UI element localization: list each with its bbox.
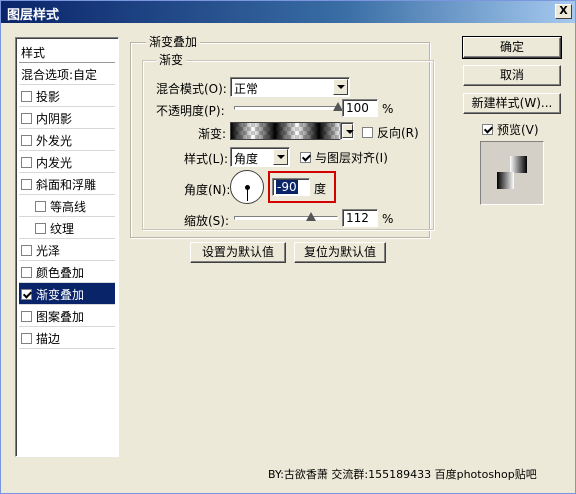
style-item-label: 光泽 <box>36 244 61 258</box>
gradient-style-value: 角度 <box>234 152 259 166</box>
style-item-label: 颜色叠加 <box>36 266 85 280</box>
reverse-checkbox[interactable]: 反向(R) <box>362 124 419 141</box>
style-list-item[interactable]: 内阴影 <box>19 107 115 129</box>
chevron-down-icon[interactable] <box>333 79 348 95</box>
title-bar[interactable]: 图层样式 X <box>1 1 575 23</box>
scale-percent-label: % <box>382 212 394 226</box>
align-with-layer-checkbox-box[interactable] <box>300 152 311 163</box>
blend-mode-label: 混合模式(O): <box>156 82 227 96</box>
angle-input[interactable]: -90 <box>272 178 310 196</box>
style-item-checkbox[interactable] <box>35 223 46 234</box>
style-item-checkbox[interactable] <box>21 267 32 278</box>
style-list-item[interactable]: 内发光 <box>19 151 115 173</box>
opacity-label: 不透明度(P): <box>156 104 225 118</box>
scale-input[interactable]: 112 <box>342 209 378 227</box>
style-item-checkbox[interactable] <box>21 135 32 146</box>
style-item-checkbox[interactable] <box>21 91 32 102</box>
style-item-checkbox[interactable] <box>21 289 32 300</box>
dialog-body: 样式 混合选项:自定 投影 内阴影 外发光 内发光 斜面和浮雕 等高线 纹理 光泽 颜色叠加 渐变… <box>4 26 572 491</box>
scale-label: 缩放(S): <box>184 214 230 228</box>
preview-checkbox[interactable]: 预览(V) <box>482 121 539 138</box>
scale-slider-thumb[interactable] <box>305 212 316 221</box>
style-item-checkbox[interactable] <box>21 333 32 344</box>
style-item-label: 等高线 <box>50 200 87 214</box>
window-title: 图层样式 <box>7 8 60 23</box>
style-item-checkbox[interactable] <box>21 245 32 256</box>
angle-value: -90 <box>276 180 298 194</box>
style-list-item[interactable]: 外发光 <box>19 129 115 151</box>
blend-mode-value: 正常 <box>234 82 259 96</box>
style-item-checkbox[interactable] <box>35 201 46 212</box>
preview-square-bottom <box>497 172 514 189</box>
style-item-label: 渐变叠加 <box>36 288 85 302</box>
opacity-percent-label: % <box>382 102 394 116</box>
style-item-checkbox[interactable] <box>21 179 32 190</box>
style-item-label: 投影 <box>36 90 61 104</box>
style-list-item[interactable]: 光泽 <box>19 239 115 261</box>
style-list-item[interactable]: 颜色叠加 <box>19 261 115 283</box>
style-item-checkbox[interactable] <box>21 113 32 124</box>
style-item-label: 描边 <box>36 332 61 346</box>
align-with-layer-label: 与图层对齐(I) <box>315 151 388 165</box>
reset-default-button[interactable]: 复位为默认值 <box>294 242 386 263</box>
ok-button[interactable]: 确定 <box>462 36 562 59</box>
style-list: 样式 混合选项:自定 投影内阴影外发光内发光斜面和浮雕等高线纹理光泽颜色叠加渐变… <box>15 37 119 457</box>
angle-center-dot <box>245 185 250 190</box>
gradient-label: 渐变: <box>198 127 227 141</box>
style-preview <box>480 141 544 205</box>
style-item-checkbox[interactable] <box>21 311 32 322</box>
style-list-item[interactable]: 描边 <box>19 327 115 349</box>
angle-label: 角度(N): <box>184 183 231 197</box>
preview-square-top <box>510 156 527 173</box>
style-list-item[interactable]: 投影 <box>19 85 115 107</box>
blending-options-item[interactable]: 混合选项:自定 <box>19 63 115 85</box>
opacity-input[interactable]: 100 <box>342 99 378 117</box>
scale-slider[interactable] <box>234 216 338 220</box>
style-item-label: 内阴影 <box>36 112 73 126</box>
close-button[interactable]: X <box>555 4 572 19</box>
angle-unit-label: 度 <box>314 182 327 196</box>
style-item-label: 斜面和浮雕 <box>36 178 97 192</box>
align-with-layer-checkbox[interactable]: 与图层对齐(I) <box>300 149 388 166</box>
style-list-item[interactable]: 斜面和浮雕 <box>19 173 115 195</box>
reverse-label: 反向(R) <box>377 126 419 140</box>
gradient-swatch[interactable] <box>230 122 342 140</box>
style-item-label: 图案叠加 <box>36 310 85 324</box>
layer-style-dialog: 图层样式 X 样式 混合选项:自定 投影内阴影外发光内发光斜面和浮雕等高线纹理光… <box>0 0 576 494</box>
footer-credit: BY:古欲香萧 交流群:155189433 百度photoshop贴吧 <box>268 468 537 481</box>
opacity-slider[interactable] <box>234 106 338 110</box>
cancel-button[interactable]: 取消 <box>463 65 561 86</box>
style-list-item[interactable]: 纹理 <box>19 217 115 239</box>
style-item-label: 内发光 <box>36 156 73 170</box>
style-item-checkbox[interactable] <box>21 157 32 168</box>
preview-label: 预览(V) <box>497 123 539 137</box>
chevron-down-icon[interactable] <box>342 124 354 138</box>
style-item-label: 外发光 <box>36 134 73 148</box>
gradient-picker-dropdown[interactable] <box>340 122 354 140</box>
preview-checkbox-box[interactable] <box>482 124 493 135</box>
angle-dial[interactable] <box>230 170 264 204</box>
reverse-checkbox-box[interactable] <box>362 127 373 138</box>
style-list-item[interactable]: 等高线 <box>19 195 115 217</box>
style-list-header[interactable]: 样式 <box>19 41 115 63</box>
blend-mode-select[interactable]: 正常 <box>230 77 350 97</box>
style-list-item[interactable]: 图案叠加 <box>19 305 115 327</box>
gradient-style-select[interactable]: 角度 <box>230 147 290 167</box>
chevron-down-icon[interactable] <box>273 149 288 165</box>
style-label: 样式(L): <box>184 152 229 166</box>
set-default-button[interactable]: 设置为默认值 <box>190 242 286 263</box>
style-item-label: 纹理 <box>50 222 75 236</box>
gradient-sub-title: 渐变 <box>156 51 187 68</box>
style-list-item[interactable]: 渐变叠加 <box>19 283 115 305</box>
gradient-overlay-title: 渐变叠加 <box>146 33 201 50</box>
new-style-button[interactable]: 新建样式(W)... <box>463 93 561 114</box>
